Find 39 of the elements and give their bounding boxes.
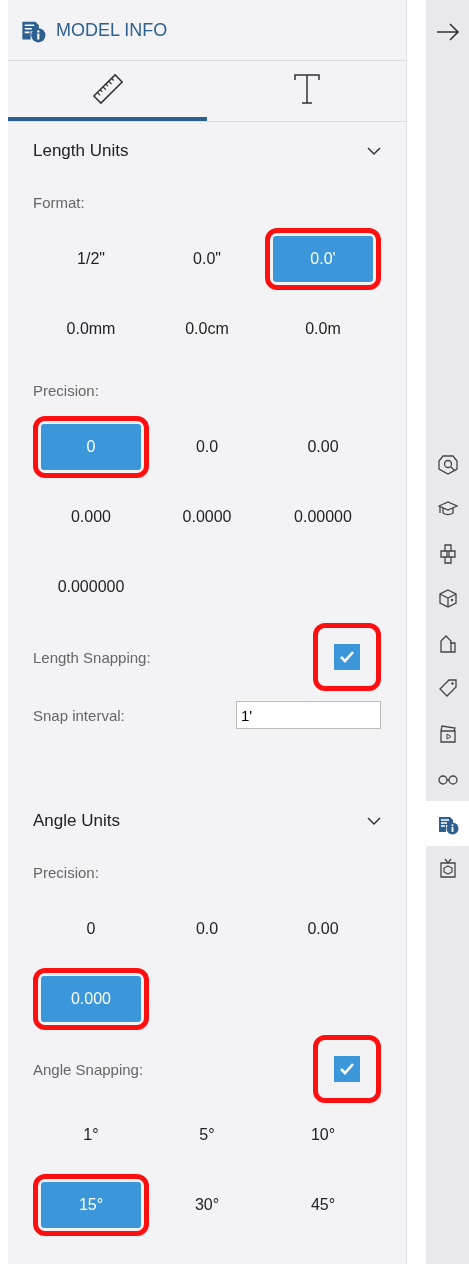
option-button[interactable]: 1°	[41, 1112, 141, 1158]
option-button[interactable]: 30°	[157, 1182, 257, 1228]
option-button[interactable]: 0.00	[273, 424, 373, 470]
option-button[interactable]: 0.00000	[273, 494, 373, 540]
section-title: Angle Units	[33, 811, 120, 831]
option-button[interactable]: 0.0	[157, 424, 257, 470]
chevron-icon[interactable]	[367, 816, 381, 826]
option-button[interactable]: 0.000	[41, 494, 141, 540]
group-label: Precision:	[33, 380, 100, 401]
cube-icon	[436, 587, 459, 610]
option-button[interactable]: 0.0m	[273, 306, 373, 352]
option-button[interactable]: 10°	[273, 1112, 373, 1158]
option-button[interactable]: 0.0	[157, 906, 257, 952]
chevron-icon[interactable]	[367, 146, 381, 156]
sidebar-tool[interactable]	[426, 801, 469, 846]
option-button[interactable]: 0.000000	[41, 564, 141, 610]
checkbox[interactable]	[334, 644, 360, 670]
check-icon	[339, 650, 355, 664]
toggle-label: Angle Snapping:	[33, 1060, 144, 1078]
option-button[interactable]: 0	[41, 906, 141, 952]
option-button[interactable]: 0.0"	[157, 236, 257, 282]
option-button[interactable]: 45°	[273, 1182, 373, 1228]
option-button[interactable]: 0.0mm	[41, 306, 141, 352]
option-button[interactable]: 0.0000	[157, 494, 257, 540]
toggle-label: Length Snapping:	[33, 648, 151, 666]
option-button[interactable]: 1/2"	[41, 236, 141, 282]
snap-interval-field[interactable]: 1'	[236, 701, 381, 729]
option-button[interactable]: 5°	[157, 1112, 257, 1158]
group-label: Format:	[33, 192, 86, 213]
section-title: Length Units	[33, 141, 129, 161]
checkbox[interactable]	[334, 1056, 360, 1082]
panel-title: MODEL INFO	[56, 19, 168, 41]
ruler-icon	[90, 72, 125, 106]
option-button[interactable]: 0.0cm	[157, 306, 257, 352]
group-label: Precision:	[33, 862, 100, 883]
text-icon	[292, 73, 321, 105]
check-icon	[339, 1062, 355, 1076]
option-button[interactable]: 0.00	[273, 906, 373, 952]
field-label: Snap interval:	[33, 706, 125, 724]
